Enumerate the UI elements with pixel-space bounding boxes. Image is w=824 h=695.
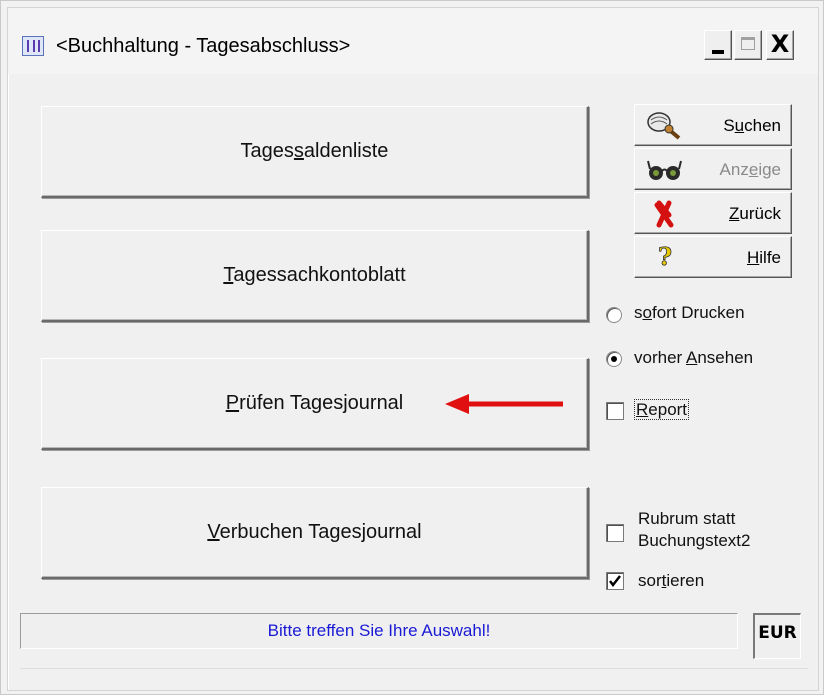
help-icon: ?: [658, 243, 673, 271]
screenshot-frame: <Buchhaltung - Tagesabschluss> X Tagessa…: [0, 0, 824, 695]
report-checkbox[interactable]: [606, 402, 624, 420]
anzeige-label: Anzeige: [719, 160, 781, 179]
vorher-ansehen-label[interactable]: vorher Ansehen: [634, 348, 753, 368]
red-x-icon: [654, 200, 674, 228]
hilfe-label: Hilfe: [746, 248, 781, 267]
close-button[interactable]: X: [766, 30, 794, 60]
zurueck-button[interactable]: Zurück: [634, 192, 792, 234]
report-label[interactable]: Report: [634, 399, 690, 420]
glasses-icon: [647, 160, 682, 180]
sortieren-checkbox[interactable]: [606, 572, 624, 590]
button-label: Tagessachkontoblatt: [223, 264, 406, 286]
maximize-icon: [741, 37, 755, 50]
close-icon: X: [770, 30, 790, 58]
tagesabschluss-window: <Buchhaltung - Tagesabschluss> X Tagessa…: [7, 7, 819, 691]
button-label: Verbuchen Tagesjournal: [207, 521, 422, 543]
zurueck-label: Zurück: [729, 204, 781, 223]
button-label: Prüfen Tagesjournal: [225, 392, 404, 414]
sofort-drucken-radio[interactable]: [606, 307, 622, 323]
verbuchen-tagesjournal-button[interactable]: Verbuchen Tagesjournal: [41, 487, 589, 579]
button-label: Tagessaldenliste: [240, 140, 389, 162]
maximize-button[interactable]: [734, 30, 762, 60]
status-message: Bitte treffen Sie Ihre Auswahl!: [267, 621, 491, 640]
tagessachkontoblatt-button[interactable]: Tagessachkontoblatt: [41, 230, 589, 322]
sofort-drucken-label[interactable]: sofort Drucken: [634, 303, 745, 323]
svg-text:?: ?: [658, 243, 672, 271]
currency-indicator: EUR: [753, 613, 801, 659]
bottom-divider: [20, 668, 808, 669]
rubrum-checkbox[interactable]: [606, 524, 624, 542]
status-bar: Bitte treffen Sie Ihre Auswahl!: [20, 613, 738, 649]
vorher-ansehen-radio[interactable]: [606, 351, 622, 367]
checkmark-icon: [609, 575, 621, 588]
title-bar[interactable]: <Buchhaltung - Tagesabschluss> X: [8, 8, 818, 74]
minimize-button[interactable]: [704, 30, 732, 60]
suchen-button[interactable]: Suchen: [634, 104, 792, 146]
app-icon: [22, 36, 44, 56]
minimize-icon: [712, 50, 724, 54]
anzeige-button[interactable]: Anzeige: [634, 148, 792, 190]
tagessaldenliste-button[interactable]: Tagessaldenliste: [41, 106, 589, 198]
search-icon: [647, 112, 681, 140]
suchen-label: Suchen: [723, 116, 781, 135]
sortieren-label[interactable]: sortieren: [638, 571, 704, 591]
hilfe-button[interactable]: ? Hilfe: [634, 236, 792, 278]
window-title: <Buchhaltung - Tagesabschluss>: [56, 35, 351, 57]
rubrum-label[interactable]: Rubrum statt Buchungstext2: [638, 508, 750, 552]
red-arrow-annotation: [445, 394, 563, 414]
